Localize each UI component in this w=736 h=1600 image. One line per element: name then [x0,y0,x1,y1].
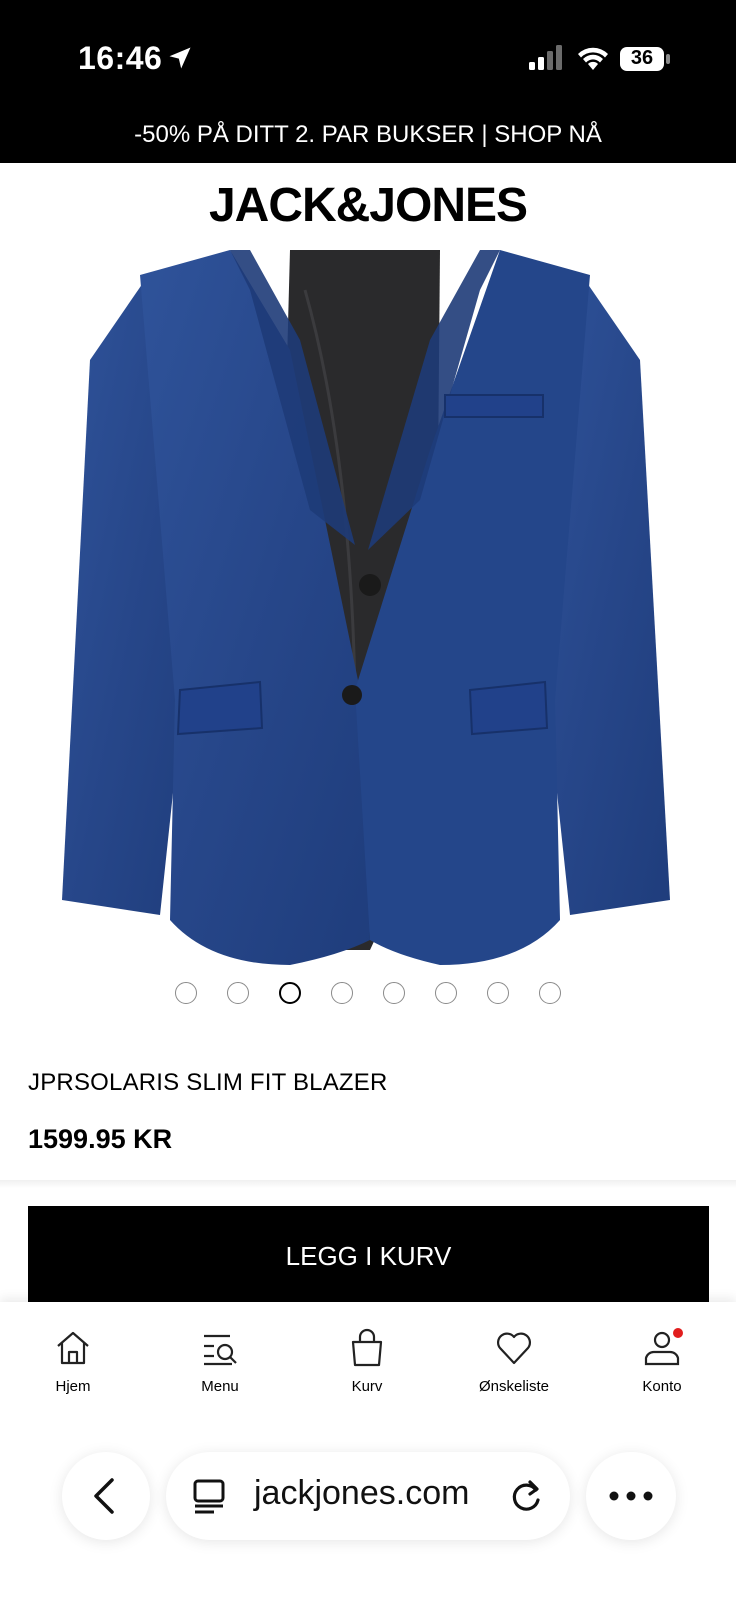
status-bar: 16:46 36 [0,0,736,115]
nav-item-cart[interactable]: Kurv [307,1328,427,1395]
nav-label-home: Hjem [55,1378,91,1395]
image-dot-8[interactable] [539,982,561,1004]
shopping-bag-icon [351,1328,383,1367]
nav-label-cart: Kurv [351,1378,383,1395]
wifi-icon [578,47,608,70]
back-button[interactable] [62,1452,150,1540]
image-pagination [0,982,736,1008]
promo-banner[interactable]: -50% PÅ DITT 2. PAR BUKSER | SHOP NÅ [0,115,736,163]
reader-mode-icon [193,1479,225,1514]
add-to-cart-button[interactable]: LEGG I KURV [28,1206,709,1306]
image-dot-5[interactable] [383,982,405,1004]
product-title: JPRSOLARIS SLIM FIT BLAZER [28,1069,388,1096]
battery-percentage: 36 [630,47,654,69]
image-dot-2[interactable] [227,982,249,1004]
product-image[interactable] [50,250,686,980]
image-dot-4[interactable] [331,982,353,1004]
more-button[interactable] [586,1452,676,1540]
bottom-navigation: Hjem Menu Kurv Ønskeliste Konto [0,1302,736,1422]
cellular-signal-icon [529,45,562,70]
menu-search-icon [204,1334,237,1366]
location-arrow-icon [169,47,191,69]
more-icon [609,1491,653,1501]
back-chevron-icon [94,1478,114,1514]
nav-label-account: Konto [642,1378,682,1395]
address-bar[interactable]: jackjones.com [166,1452,570,1540]
nav-item-account[interactable]: Konto [602,1328,722,1395]
notification-dot [673,1328,683,1338]
image-dot-7[interactable] [487,982,509,1004]
home-icon [57,1331,89,1365]
browser-toolbar: jackjones.com [0,1422,736,1600]
brand-logo[interactable]: JACK&JONES [0,178,736,233]
url-text: jackjones.com [254,1474,470,1512]
nav-label-menu: Menu [201,1378,239,1395]
nav-label-wishlist: Ønskeliste [478,1378,550,1395]
nav-item-menu[interactable]: Menu [160,1328,280,1395]
image-dot-1[interactable] [175,982,197,1004]
heart-icon [497,1332,531,1365]
reload-icon[interactable] [506,1476,546,1516]
nav-item-wishlist[interactable]: Ønskeliste [454,1328,574,1395]
product-price: 1599.95 KR [28,1124,173,1154]
nav-item-home[interactable]: Hjem [13,1328,133,1395]
status-time: 16:46 [78,40,163,76]
image-dot-6[interactable] [435,982,457,1004]
image-dot-3-active[interactable] [279,982,301,1004]
divider [0,1180,736,1188]
